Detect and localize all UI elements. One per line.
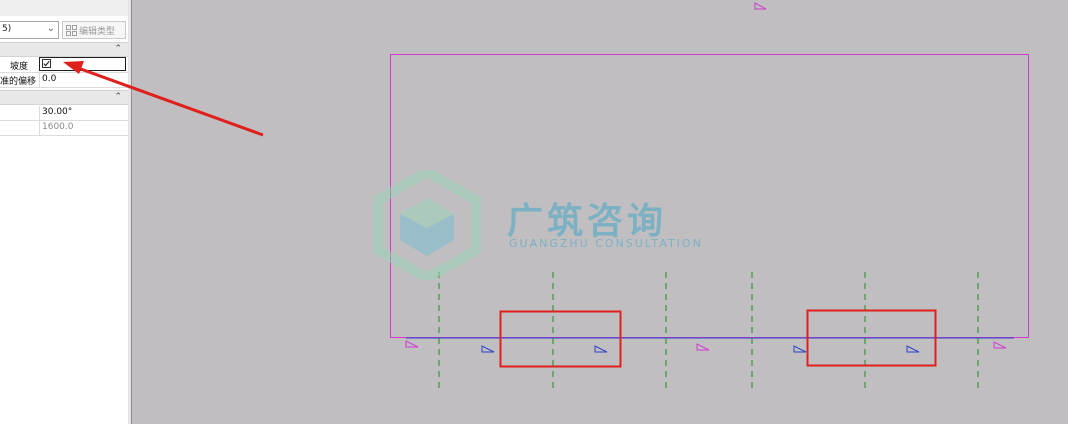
section-header-constraints[interactable]: ⌃ (0, 42, 128, 57)
slope-arrow-marker[interactable] (906, 345, 920, 353)
property-value-length: 1600.0 (42, 122, 74, 132)
type-selector[interactable]: 5) ⌄ (0, 21, 59, 39)
property-row-angle: 30.00° (0, 106, 128, 121)
highlight-box (499, 310, 622, 368)
type-selector-text: 5) (2, 24, 12, 34)
property-value-angle[interactable]: 30.00° (42, 107, 72, 117)
property-value-offset[interactable]: 0.0 (42, 74, 56, 84)
property-label-offset: 准的偏移 (0, 77, 37, 87)
slope-arrow-marker[interactable] (594, 345, 608, 353)
slope-arrow-marker[interactable] (993, 341, 1007, 349)
column-divider (39, 121, 40, 135)
chevron-down-icon: ⌄ (46, 23, 55, 34)
property-row-slope: 坡度 (0, 57, 128, 73)
property-row-length: 1600.0 (0, 121, 128, 136)
watermark-subtitle: GUANGZHU CONSULTATION (509, 237, 703, 250)
slope-checkbox[interactable] (42, 59, 51, 68)
edit-type-label: 编辑类型 (79, 26, 116, 37)
properties-panel: 5) ⌄ 编辑类型 ⌃ 坡度 准的偏移 0.0 ⌃ 30.00° 1600.0 (0, 0, 132, 424)
slope-arrow-marker[interactable] (696, 343, 710, 351)
collapse-icon[interactable]: ⌃ (114, 91, 122, 104)
slope-arrow-marker[interactable] (405, 340, 419, 348)
slope-checkbox-cell[interactable] (39, 57, 126, 71)
slope-arrow-marker[interactable] (793, 345, 807, 353)
panel-header-strip (0, 0, 131, 16)
edit-type-button[interactable]: 编辑类型 (62, 21, 126, 39)
section-header-dimensions[interactable]: ⌃ (0, 90, 128, 105)
watermark: 广筑咨询 GUANGZHU CONSULTATION (372, 170, 702, 280)
checkmark-icon (43, 60, 50, 67)
column-divider (39, 106, 40, 120)
collapse-icon[interactable]: ⌃ (114, 43, 122, 56)
edit-type-icon (66, 24, 77, 36)
property-row-offset: 准的偏移 0.0 (0, 73, 128, 88)
slope-arrow-marker[interactable] (481, 345, 495, 353)
slope-arrow-marker[interactable] (754, 2, 767, 10)
watermark-logo (373, 170, 481, 280)
column-divider (39, 73, 40, 87)
